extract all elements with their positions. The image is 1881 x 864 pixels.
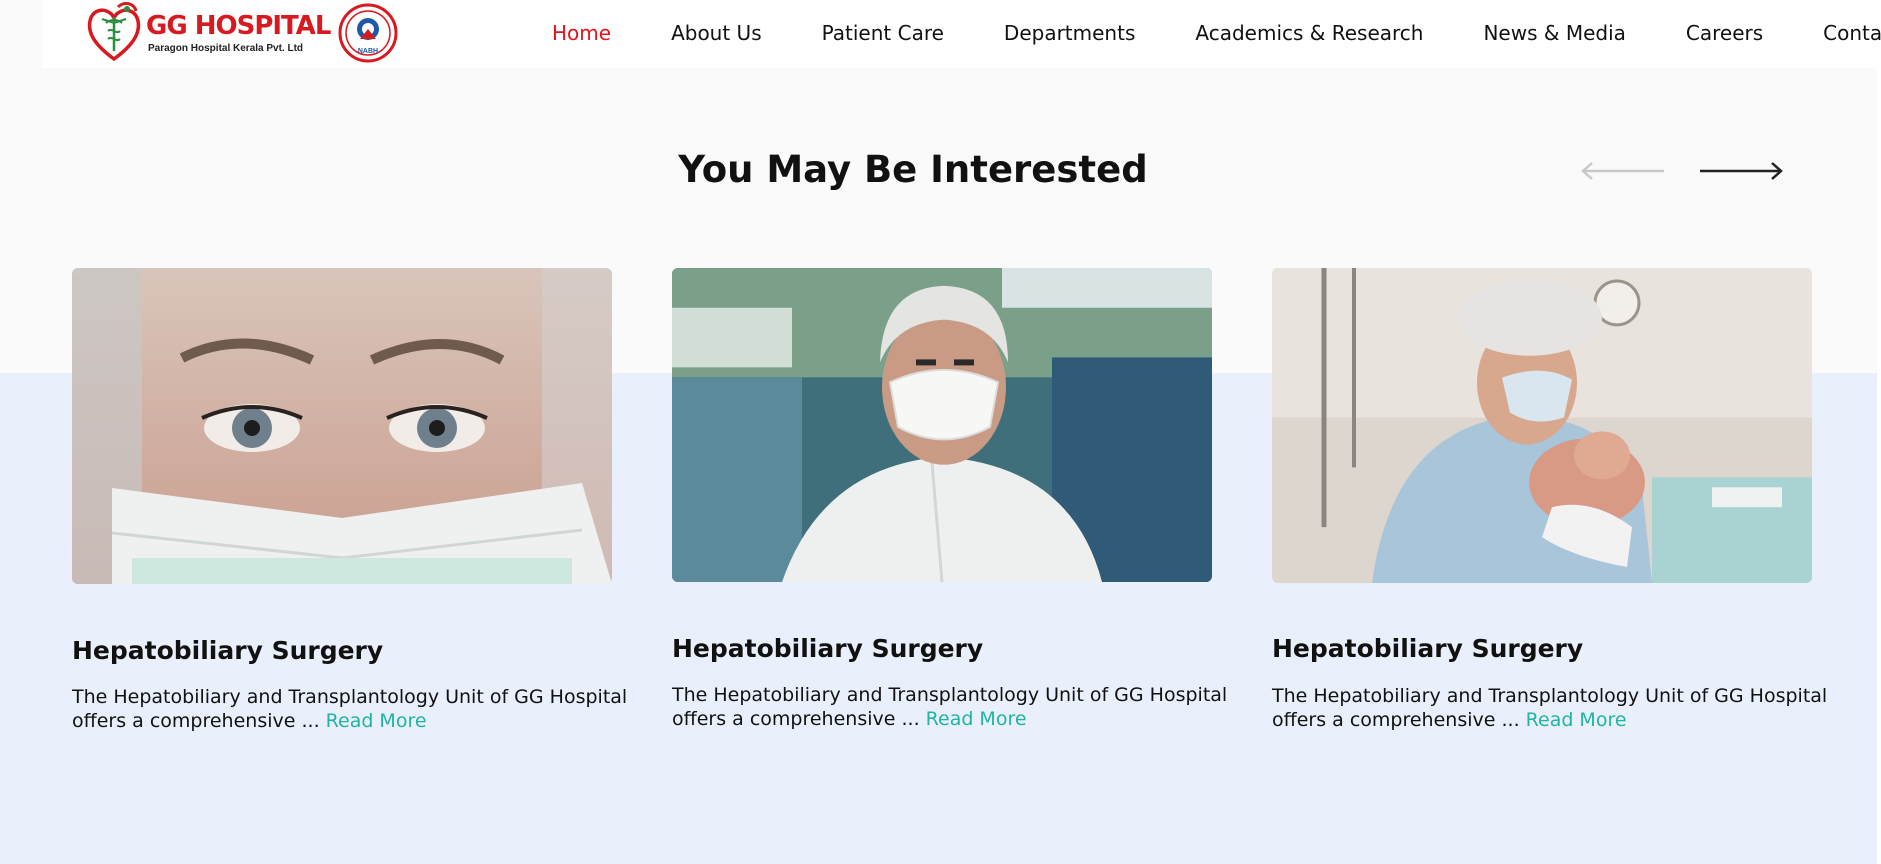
card-description: The Hepatobiliary and Transplantology Un… (72, 686, 628, 732)
card-title: Hepatobiliary Surgery (1272, 634, 1584, 663)
read-more-link[interactable]: Read More (1526, 709, 1627, 731)
logo-subtext: Paragon Hospital Kerala Pvt. Ltd (148, 42, 304, 54)
main-nav: Home About Us Patient Care Departments A… (552, 0, 1881, 66)
site-logo[interactable]: GG HOSPITAL Paragon Hospital Kerala Pvt.… (84, 0, 398, 66)
heart-caduceus-icon (87, 2, 141, 62)
card-image-man-mask[interactable] (672, 268, 1212, 582)
logo-wordmark: GG HOSPITAL (146, 10, 331, 41)
card-image-nurse-mask[interactable] (72, 268, 612, 584)
nav-news-media[interactable]: News & Media (1483, 21, 1625, 45)
card-title: Hepatobiliary Surgery (672, 634, 984, 663)
arrow-left-icon[interactable] (1580, 160, 1666, 182)
section-title: You May Be Interested (678, 148, 1148, 191)
read-more-link[interactable]: Read More (326, 710, 427, 732)
read-more-link[interactable]: Read More (926, 708, 1027, 730)
interest-card: Hepatobiliary Surgery The Hepatobiliary … (672, 268, 1227, 730)
card-title: Hepatobiliary Surgery (72, 636, 384, 665)
svg-text:NABH: NABH (358, 48, 378, 55)
site-header: GG HOSPITAL Paragon Hospital Kerala Pvt.… (42, 0, 1881, 68)
arrow-right-icon[interactable] (1698, 160, 1784, 182)
nav-contact-us[interactable]: Contact Us (1823, 21, 1881, 45)
card-description: The Hepatobiliary and Transplantology Un… (672, 684, 1228, 730)
nav-departments[interactable]: Departments (1004, 21, 1135, 45)
nav-about-us[interactable]: About Us (671, 21, 762, 45)
nav-patient-care[interactable]: Patient Care (822, 21, 944, 45)
card-description: The Hepatobiliary and Transplantology Un… (1272, 685, 1828, 731)
nabh-badge-icon: NABH (338, 3, 398, 63)
interest-card: Hepatobiliary Surgery The Hepatobiliary … (72, 268, 627, 732)
nav-home[interactable]: Home (552, 21, 611, 45)
page-edge (1877, 0, 1881, 864)
card-image-surgeon-newborn[interactable] (1272, 268, 1812, 583)
nav-academics-research[interactable]: Academics & Research (1195, 21, 1423, 45)
interest-card: Hepatobiliary Surgery The Hepatobiliary … (1272, 268, 1827, 731)
nav-careers[interactable]: Careers (1686, 21, 1763, 45)
